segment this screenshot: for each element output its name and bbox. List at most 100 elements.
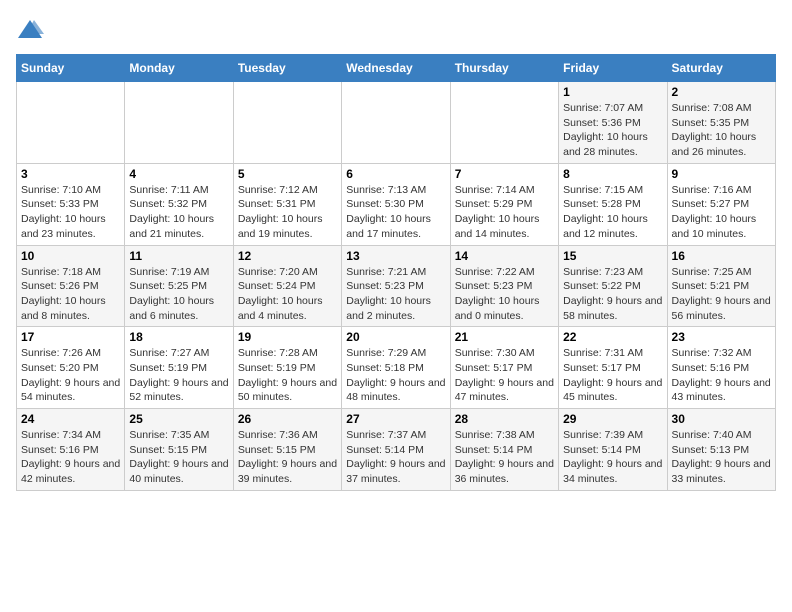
calendar-cell: 22Sunrise: 7:31 AM Sunset: 5:17 PM Dayli… xyxy=(559,327,667,409)
calendar-cell: 24 Sunrise: 7:34 AM Sunset: 5:16 PM Dayli… xyxy=(17,409,125,491)
day-info: Sunrise: 7:18 AM Sunset: 5:26 PM Dayligh… xyxy=(21,265,120,324)
day-info: Sunrise: 7:26 AM Sunset: 5:20 PM Dayligh… xyxy=(21,346,120,405)
day-number: 9 xyxy=(672,167,771,181)
day-number: 17 xyxy=(21,330,120,344)
calendar-cell xyxy=(233,82,341,164)
day-info: Sunrise: 7:13 AM Sunset: 5:30 PM Dayligh… xyxy=(346,183,445,242)
day-info: Sunrise: 7:21 AM Sunset: 5:23 PM Dayligh… xyxy=(346,265,445,324)
day-info: Sunrise: 7:12 AM Sunset: 5:31 PM Dayligh… xyxy=(238,183,337,242)
day-info: Sunrise: 7:34 AM Sunset: 5:16 PM Dayligh… xyxy=(21,428,120,487)
day-info: Sunrise: 7:07 AM Sunset: 5:36 PM Dayligh… xyxy=(563,101,662,160)
day-of-week-header: Thursday xyxy=(450,55,558,82)
day-number: 28 xyxy=(455,412,554,426)
day-number: 27 xyxy=(346,412,445,426)
day-info: Sunrise: 7:20 AM Sunset: 5:24 PM Dayligh… xyxy=(238,265,337,324)
day-info: Sunrise: 7:23 AM Sunset: 5:22 PM Dayligh… xyxy=(563,265,662,324)
day-number: 26 xyxy=(238,412,337,426)
calendar-cell: 6 Sunrise: 7:13 AM Sunset: 5:30 PM Daylig… xyxy=(342,163,450,245)
calendar-week-row: 1 Sunrise: 7:07 AM Sunset: 5:36 PM Daylig… xyxy=(17,82,776,164)
calendar-cell: 26 Sunrise: 7:36 AM Sunset: 5:15 PM Dayli… xyxy=(233,409,341,491)
day-number: 12 xyxy=(238,249,337,263)
day-number: 1 xyxy=(563,85,662,99)
day-info: Sunrise: 7:39 AM Sunset: 5:14 PM Dayligh… xyxy=(563,428,662,487)
day-info: Sunrise: 7:32 AM Sunset: 5:16 PM Dayligh… xyxy=(672,346,771,405)
day-info: Sunrise: 7:27 AM Sunset: 5:19 PM Dayligh… xyxy=(129,346,228,405)
day-number: 14 xyxy=(455,249,554,263)
calendar-cell: 17 Sunrise: 7:26 AM Sunset: 5:20 PM Dayli… xyxy=(17,327,125,409)
day-info: Sunrise: 7:08 AM Sunset: 5:35 PM Dayligh… xyxy=(672,101,771,160)
calendar-cell: 28 Sunrise: 7:38 AM Sunset: 5:14 PM Dayli… xyxy=(450,409,558,491)
calendar-cell: 1 Sunrise: 7:07 AM Sunset: 5:36 PM Daylig… xyxy=(559,82,667,164)
day-number: 24 xyxy=(21,412,120,426)
calendar-cell: 14 Sunrise: 7:22 AM Sunset: 5:23 PM Dayli… xyxy=(450,245,558,327)
calendar-cell: 21Sunrise: 7:30 AM Sunset: 5:17 PM Dayli… xyxy=(450,327,558,409)
day-info: Sunrise: 7:40 AM Sunset: 5:13 PM Dayligh… xyxy=(672,428,771,487)
day-of-week-header: Tuesday xyxy=(233,55,341,82)
day-number: 29 xyxy=(563,412,662,426)
day-number: 18 xyxy=(129,330,228,344)
calendar-week-row: 17 Sunrise: 7:26 AM Sunset: 5:20 PM Dayli… xyxy=(17,327,776,409)
calendar-header-row: SundayMondayTuesdayWednesdayThursdayFrid… xyxy=(17,55,776,82)
day-info: Sunrise: 7:15 AM Sunset: 5:28 PM Dayligh… xyxy=(563,183,662,242)
logo xyxy=(16,16,48,44)
calendar-cell: 29 Sunrise: 7:39 AM Sunset: 5:14 PM Dayli… xyxy=(559,409,667,491)
calendar-table: SundayMondayTuesdayWednesdayThursdayFrid… xyxy=(16,54,776,491)
day-number: 20 xyxy=(346,330,445,344)
day-info: Sunrise: 7:30 AM Sunset: 5:17 PM Dayligh… xyxy=(455,346,554,405)
calendar-cell xyxy=(450,82,558,164)
calendar-cell: 18 Sunrise: 7:27 AM Sunset: 5:19 PM Dayli… xyxy=(125,327,233,409)
day-info: Sunrise: 7:16 AM Sunset: 5:27 PM Dayligh… xyxy=(672,183,771,242)
day-info: Sunrise: 7:19 AM Sunset: 5:25 PM Dayligh… xyxy=(129,265,228,324)
calendar-cell: 10 Sunrise: 7:18 AM Sunset: 5:26 PM Dayli… xyxy=(17,245,125,327)
calendar-cell: 8 Sunrise: 7:15 AM Sunset: 5:28 PM Daylig… xyxy=(559,163,667,245)
calendar-cell: 30 Sunrise: 7:40 AM Sunset: 5:13 PM Dayli… xyxy=(667,409,775,491)
day-number: 7 xyxy=(455,167,554,181)
day-number: 8 xyxy=(563,167,662,181)
calendar-cell: 4 Sunrise: 7:11 AM Sunset: 5:32 PM Daylig… xyxy=(125,163,233,245)
day-number: 2 xyxy=(672,85,771,99)
day-of-week-header: Monday xyxy=(125,55,233,82)
calendar-cell: 27 Sunrise: 7:37 AM Sunset: 5:14 PM Dayli… xyxy=(342,409,450,491)
day-number: 4 xyxy=(129,167,228,181)
calendar-cell: 3Sunrise: 7:10 AM Sunset: 5:33 PM Daylig… xyxy=(17,163,125,245)
calendar-cell: 25Sunrise: 7:35 AM Sunset: 5:15 PM Dayli… xyxy=(125,409,233,491)
day-number: 23 xyxy=(672,330,771,344)
day-of-week-header: Wednesday xyxy=(342,55,450,82)
calendar-cell: 5 Sunrise: 7:12 AM Sunset: 5:31 PM Daylig… xyxy=(233,163,341,245)
day-info: Sunrise: 7:22 AM Sunset: 5:23 PM Dayligh… xyxy=(455,265,554,324)
calendar-cell: 7 Sunrise: 7:14 AM Sunset: 5:29 PM Daylig… xyxy=(450,163,558,245)
calendar-cell: 19 Sunrise: 7:28 AM Sunset: 5:19 PM Dayli… xyxy=(233,327,341,409)
day-info: Sunrise: 7:36 AM Sunset: 5:15 PM Dayligh… xyxy=(238,428,337,487)
day-number: 10 xyxy=(21,249,120,263)
day-info: Sunrise: 7:11 AM Sunset: 5:32 PM Dayligh… xyxy=(129,183,228,242)
day-number: 15 xyxy=(563,249,662,263)
day-info: Sunrise: 7:10 AM Sunset: 5:33 PM Dayligh… xyxy=(21,183,120,242)
day-info: Sunrise: 7:37 AM Sunset: 5:14 PM Dayligh… xyxy=(346,428,445,487)
calendar-cell xyxy=(342,82,450,164)
day-number: 11 xyxy=(129,249,228,263)
day-of-week-header: Sunday xyxy=(17,55,125,82)
day-info: Sunrise: 7:38 AM Sunset: 5:14 PM Dayligh… xyxy=(455,428,554,487)
calendar-week-row: 3Sunrise: 7:10 AM Sunset: 5:33 PM Daylig… xyxy=(17,163,776,245)
day-number: 5 xyxy=(238,167,337,181)
day-info: Sunrise: 7:29 AM Sunset: 5:18 PM Dayligh… xyxy=(346,346,445,405)
calendar-week-row: 10 Sunrise: 7:18 AM Sunset: 5:26 PM Dayli… xyxy=(17,245,776,327)
day-info: Sunrise: 7:31 AM Sunset: 5:17 PM Dayligh… xyxy=(563,346,662,405)
calendar-cell: 12 Sunrise: 7:20 AM Sunset: 5:24 PM Dayli… xyxy=(233,245,341,327)
day-info: Sunrise: 7:14 AM Sunset: 5:29 PM Dayligh… xyxy=(455,183,554,242)
day-of-week-header: Saturday xyxy=(667,55,775,82)
calendar-cell: 20 Sunrise: 7:29 AM Sunset: 5:18 PM Dayli… xyxy=(342,327,450,409)
page-header xyxy=(16,16,776,44)
day-number: 25 xyxy=(129,412,228,426)
calendar-cell xyxy=(17,82,125,164)
calendar-cell: 15 Sunrise: 7:23 AM Sunset: 5:22 PM Dayli… xyxy=(559,245,667,327)
day-number: 13 xyxy=(346,249,445,263)
calendar-cell xyxy=(125,82,233,164)
calendar-cell: 9 Sunrise: 7:16 AM Sunset: 5:27 PM Daylig… xyxy=(667,163,775,245)
logo-icon xyxy=(16,16,44,44)
day-number: 30 xyxy=(672,412,771,426)
day-number: 19 xyxy=(238,330,337,344)
calendar-week-row: 24 Sunrise: 7:34 AM Sunset: 5:16 PM Dayli… xyxy=(17,409,776,491)
day-number: 6 xyxy=(346,167,445,181)
day-info: Sunrise: 7:28 AM Sunset: 5:19 PM Dayligh… xyxy=(238,346,337,405)
